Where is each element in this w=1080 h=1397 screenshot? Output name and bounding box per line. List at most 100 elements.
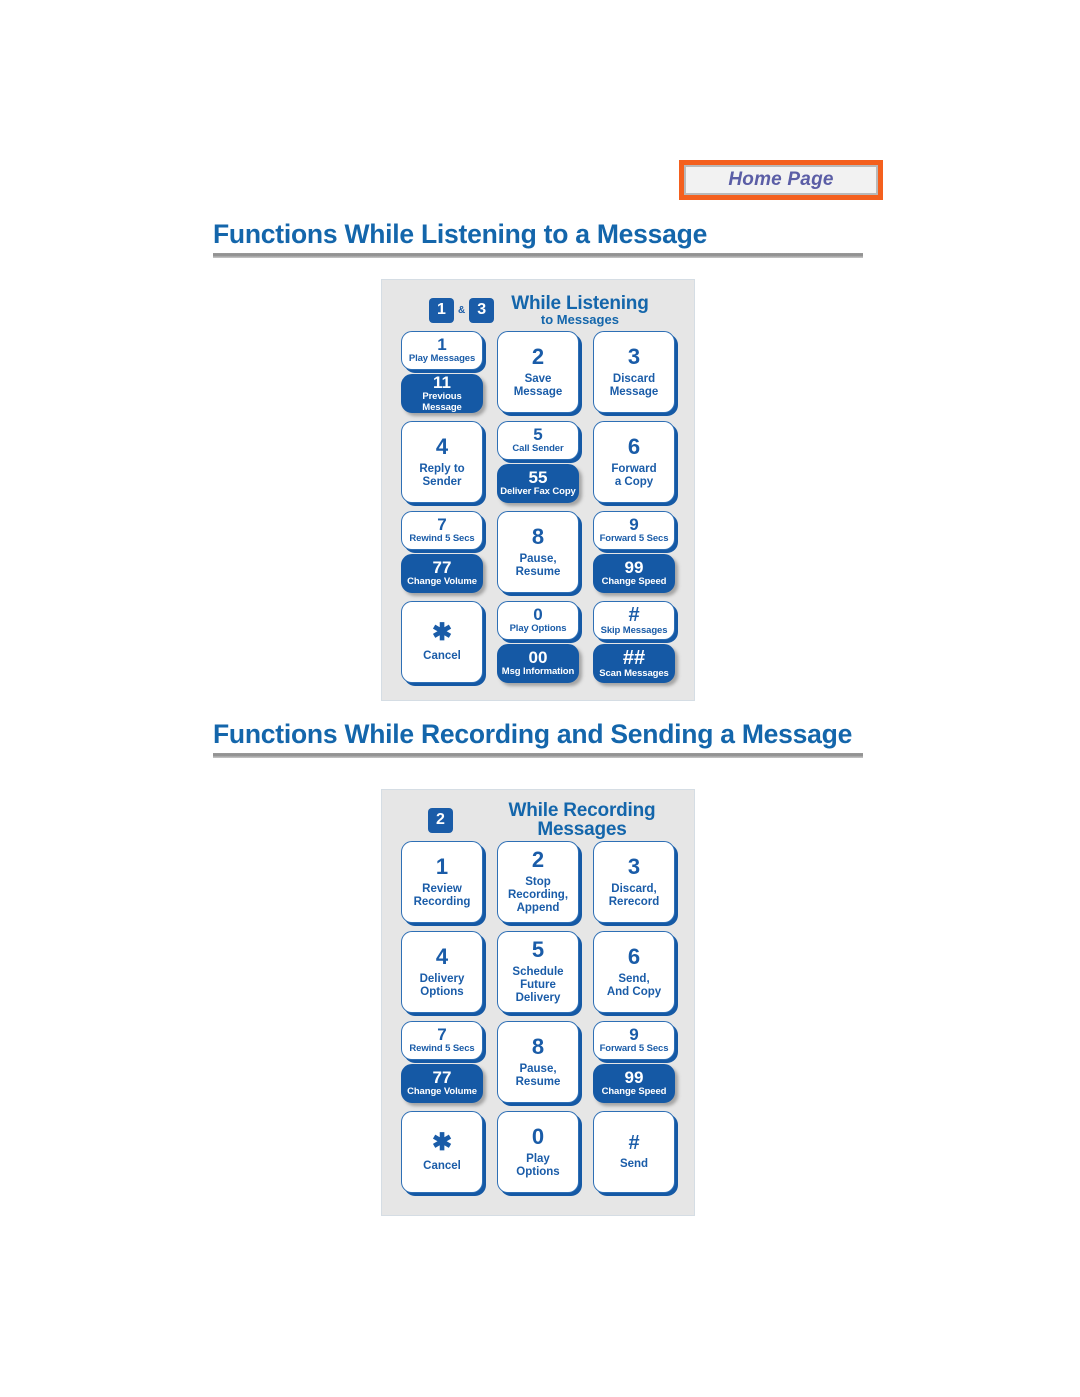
keypad-key-label: Discard Message [609, 372, 659, 398]
keypad-cell: 0 Play Options [491, 1108, 585, 1198]
keypad-key-label: Rewind 5 Secs [409, 1043, 475, 1055]
home-page-button[interactable]: Home Page [679, 160, 883, 200]
keypad-key-hashhash[interactable]: ## Scan Messages [593, 644, 675, 683]
keypad-key-number: 8 [531, 523, 545, 549]
panel-title-line1: While Listening [511, 292, 649, 314]
keypad-key-77[interactable]: 77 Change Volume [401, 554, 483, 593]
keypad-key-label: Send, And Copy [606, 972, 662, 998]
keypad-key-11[interactable]: 11 Previous Message [401, 374, 483, 413]
keypad-cell: 5 Call Sender 55 Deliver Fax Copy [491, 418, 585, 508]
keypad-key-star[interactable]: ✱ Cancel [401, 1111, 483, 1193]
keypad-key-5[interactable]: 5 Schedule Future Delivery [497, 931, 579, 1013]
keypad-cell: 6 Send, And Copy [587, 928, 681, 1018]
keypad-key-1[interactable]: 1 Play Messages [401, 331, 483, 370]
keypad-key-00[interactable]: 00 Msg Information [497, 644, 579, 683]
keypad-key-number: 3 [627, 853, 641, 879]
keypad-key-99[interactable]: 99 Change Speed [593, 1064, 675, 1103]
keypad-panel-header: 2 While Recording Messages [382, 790, 694, 839]
keypad-key-number: 2 [531, 847, 545, 873]
keypad-key-2[interactable]: 2 Save Message [497, 331, 579, 413]
keypad-cell: 0 Play Options 00 Msg Information [491, 598, 585, 688]
keypad-key-pair: 7 Rewind 5 Secs 77 Change Volume [401, 511, 483, 593]
keypad-key-label: Rewind 5 Secs [409, 533, 475, 545]
keypad-cell: 7 Rewind 5 Secs 77 Change Volume [395, 1018, 489, 1108]
keypad-key-label: Reply to Sender [419, 462, 465, 488]
keypad-key-pair: 5 Call Sender 55 Deliver Fax Copy [497, 421, 579, 503]
keypad-key-3[interactable]: 3 Discard Message [593, 331, 675, 413]
panel-badge: 1 [429, 297, 454, 323]
keypad-key-1[interactable]: 1 Review Recording [401, 841, 483, 923]
keypad-key-label: Previous Message [422, 390, 462, 413]
keypad-key-label: Cancel [423, 650, 461, 663]
keypad-key-number: 4 [435, 433, 449, 459]
keypad-key-9[interactable]: 9 Forward 5 Secs [593, 1021, 675, 1060]
keypad-key-number: 77 [432, 558, 452, 578]
keypad-cell: 2 Stop Recording, Append [491, 838, 585, 928]
keypad-key-3[interactable]: 3 Discard, Rerecord [593, 841, 675, 923]
keypad-panel-while-recording: 2 While Recording Messages 1 Review Record… [381, 789, 695, 1216]
keypad-cell: 1 Play Messages 11 Previous Message [395, 328, 489, 418]
keypad-key-pair: 9 Forward 5 Secs 99 Change Speed [593, 1021, 675, 1103]
keypad-key-6[interactable]: 6 Send, And Copy [593, 931, 675, 1013]
keypad-key-label: Msg Information [501, 666, 575, 678]
keypad-key-pair: 0 Play Options 00 Msg Information [497, 601, 579, 683]
keypad-key-label: Play Options [516, 1152, 560, 1178]
keypad-key-star[interactable]: ✱ Cancel [401, 601, 483, 683]
keypad-key-6[interactable]: 6 Forward a Copy [593, 421, 675, 503]
keypad-key-number: # [628, 603, 640, 626]
keypad-key-99[interactable]: 99 Change Speed [593, 554, 675, 593]
section-heading-recording: Functions While Recording and Sending a … [213, 719, 863, 758]
keypad-cell: 9 Forward 5 Secs 99 Change Speed [587, 1018, 681, 1108]
keypad-key-8[interactable]: 8 Pause, Resume [497, 1021, 579, 1103]
keypad-key-label: Pause, Resume [515, 1062, 561, 1088]
keypad-key-label: Change Volume [407, 576, 477, 588]
keypad-key-label: Stop Recording, Append [507, 876, 569, 914]
panel-title-line2: to Messages [540, 312, 619, 328]
keypad-key-7[interactable]: 7 Rewind 5 Secs [401, 511, 483, 550]
keypad-key-0[interactable]: 0 Play Options [497, 601, 579, 640]
keypad-key-label: Forward 5 Secs [599, 1043, 669, 1055]
keypad-key-number: 99 [624, 1068, 644, 1088]
keypad-cell: 2 Save Message [491, 328, 585, 418]
keypad-key-hash[interactable]: # Send [593, 1111, 675, 1193]
keypad-key-number: 8 [531, 1033, 545, 1059]
keypad-cell: 3 Discard Message [587, 328, 681, 418]
keypad-cell: 4 Reply to Sender [395, 418, 489, 508]
keypad-key-number: ## [622, 646, 646, 669]
panel-badge: 2 [428, 807, 453, 833]
keypad-cell: ✱ Cancel [395, 598, 489, 688]
keypad-key-number: 1 [437, 335, 447, 355]
home-page-button-label: Home Page [728, 169, 834, 190]
keypad-key-0[interactable]: 0 Play Options [497, 1111, 579, 1193]
keypad-key-number: 9 [629, 1025, 639, 1045]
keypad-key-number: 00 [528, 648, 548, 668]
panel-title-line1: While Recording Messages [508, 799, 656, 840]
keypad-key-label: Send [619, 1158, 649, 1171]
heading-rule [213, 753, 863, 758]
keypad-key-5[interactable]: 5 Call Sender [497, 421, 579, 460]
keypad-key-number: ✱ [431, 1129, 453, 1157]
keypad-key-77[interactable]: 77 Change Volume [401, 1064, 483, 1103]
keypad-key-number: 0 [531, 1123, 545, 1149]
keypad-key-number: 6 [627, 943, 641, 969]
keypad-key-55[interactable]: 55 Deliver Fax Copy [497, 464, 579, 503]
keypad-key-number: 11 [433, 372, 451, 392]
keypad-key-hash[interactable]: # Skip Messages [593, 601, 675, 640]
keypad-cell: 5 Schedule Future Delivery [491, 928, 585, 1018]
keypad-key-number: 77 [432, 1068, 452, 1088]
keypad-key-7[interactable]: 7 Rewind 5 Secs [401, 1021, 483, 1060]
keypad-key-2[interactable]: 2 Stop Recording, Append [497, 841, 579, 923]
heading-rule [213, 253, 863, 258]
keypad-cell: 1 Review Recording [395, 838, 489, 928]
keypad-key-9[interactable]: 9 Forward 5 Secs [593, 511, 675, 550]
keypad-key-8[interactable]: 8 Pause, Resume [497, 511, 579, 593]
page-title-listening: Functions While Listening to a Message [213, 219, 708, 249]
keypad-key-number: 6 [627, 433, 641, 459]
keypad-key-4[interactable]: 4 Reply to Sender [401, 421, 483, 503]
keypad-key-label: Change Speed [601, 576, 667, 588]
keypad-key-label: Change Speed [601, 1086, 667, 1098]
keypad-key-label: Call Sender [512, 443, 564, 455]
keypad-key-number: 55 [528, 468, 548, 488]
keypad-key-number: 7 [437, 1025, 447, 1045]
keypad-key-4[interactable]: 4 Delivery Options [401, 931, 483, 1013]
